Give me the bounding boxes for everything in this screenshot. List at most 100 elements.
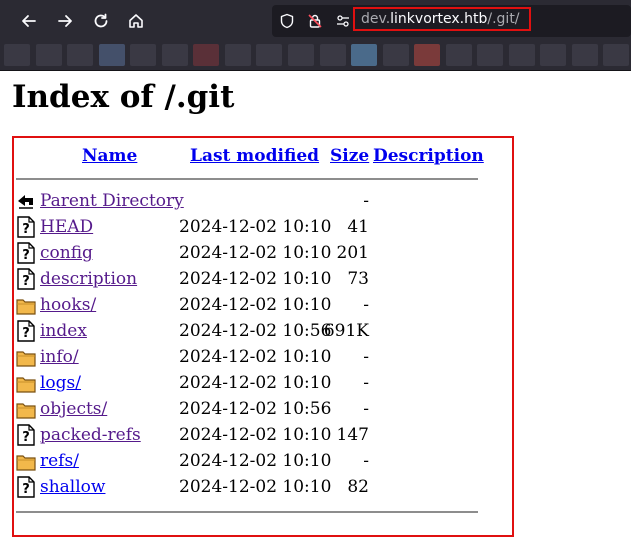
file-size: - xyxy=(363,191,369,211)
file-link[interactable]: objects/ xyxy=(40,399,107,419)
file-date: 2024-12-02 10:10 xyxy=(179,477,332,497)
column-header-last-modified[interactable]: Last modified xyxy=(190,146,319,166)
url-host: linkvortex.htb xyxy=(390,11,488,27)
svg-text:?: ? xyxy=(22,222,30,237)
home-button[interactable] xyxy=(123,8,149,34)
file-row: ? packed-refs 2024-12-02 10:10 147 xyxy=(16,423,486,449)
insecure-lock-icon[interactable] xyxy=(306,12,324,30)
file-size: - xyxy=(363,373,369,393)
permissions-icon[interactable] xyxy=(334,12,352,30)
file-row: Parent Directory - xyxy=(16,189,486,215)
file-row: ? description 2024-12-02 10:10 73 xyxy=(16,267,486,293)
folder-icon xyxy=(16,346,36,368)
bookmark-item[interactable] xyxy=(130,44,156,66)
bookmark-item[interactable] xyxy=(509,44,535,66)
svg-text:?: ? xyxy=(22,326,30,341)
bookmark-item[interactable] xyxy=(162,44,188,66)
file-icon: ? xyxy=(16,424,36,446)
reload-icon xyxy=(94,13,108,28)
svg-text:?: ? xyxy=(22,482,30,497)
bookmark-item[interactable] xyxy=(256,44,282,66)
file-date: 2024-12-02 10:10 xyxy=(179,217,332,237)
file-link[interactable]: packed-refs xyxy=(40,425,141,445)
file-row: ? shallow 2024-12-02 10:10 82 xyxy=(16,475,486,501)
bookmark-item[interactable] xyxy=(414,44,440,66)
bookmark-item[interactable] xyxy=(193,44,219,66)
file-link[interactable]: logs/ xyxy=(40,373,81,393)
bookmark-item[interactable] xyxy=(351,44,377,66)
bookmark-item[interactable] xyxy=(383,44,409,66)
footer-divider xyxy=(16,511,478,513)
file-link[interactable]: Parent Directory xyxy=(40,191,184,211)
file-link[interactable]: refs/ xyxy=(40,451,79,471)
file-icon: ? xyxy=(16,476,36,498)
file-size: - xyxy=(363,399,369,419)
header-divider xyxy=(16,178,478,180)
shield-icon[interactable] xyxy=(278,12,296,30)
file-date: 2024-12-02 10:56 xyxy=(179,321,332,341)
file-icon: ? xyxy=(16,268,36,290)
home-icon xyxy=(129,14,143,28)
file-size: 41 xyxy=(347,217,369,237)
back-button[interactable] xyxy=(16,8,42,34)
back-icon xyxy=(16,190,36,212)
svg-text:?: ? xyxy=(22,248,30,263)
folder-icon xyxy=(16,398,36,420)
file-row: ? config 2024-12-02 10:10 201 xyxy=(16,241,486,267)
file-size: - xyxy=(363,347,369,367)
file-date: 2024-12-02 10:10 xyxy=(179,295,332,315)
folder-icon xyxy=(16,294,36,316)
url-text[interactable]: dev.linkvortex.htb/.git/ xyxy=(361,11,520,27)
column-header-description[interactable]: Description xyxy=(373,146,484,166)
column-header-name[interactable]: Name xyxy=(82,146,137,166)
folder-icon xyxy=(16,450,36,472)
file-row: info/2024-12-02 10:10 - xyxy=(16,345,486,371)
file-link[interactable]: hooks/ xyxy=(40,295,96,315)
bookmarks-bar xyxy=(0,42,631,71)
bookmark-item[interactable] xyxy=(225,44,251,66)
arrow-left-icon xyxy=(22,15,36,27)
file-date: 2024-12-02 10:10 xyxy=(179,425,332,445)
bookmark-item[interactable] xyxy=(603,44,629,66)
url-prefix: dev. xyxy=(361,11,391,27)
file-link[interactable]: info/ xyxy=(40,347,79,367)
bookmark-item[interactable] xyxy=(320,44,346,66)
bookmark-item[interactable] xyxy=(67,44,93,66)
bookmark-item[interactable] xyxy=(446,44,472,66)
bookmark-item[interactable] xyxy=(572,44,598,66)
file-size: 691K xyxy=(323,321,369,341)
file-row: ? index 2024-12-02 10:56 691K xyxy=(16,319,486,345)
file-icon: ? xyxy=(16,242,36,264)
bookmark-item[interactable] xyxy=(288,44,314,66)
file-link[interactable]: description xyxy=(40,269,137,289)
bookmark-item[interactable] xyxy=(99,44,125,66)
page-title: Index of /.git xyxy=(12,79,235,115)
file-size: 147 xyxy=(336,425,369,445)
file-size: 201 xyxy=(336,243,369,263)
forward-button[interactable] xyxy=(52,8,78,34)
file-link[interactable]: shallow xyxy=(40,477,105,497)
file-size: - xyxy=(363,451,369,471)
bookmark-item[interactable] xyxy=(477,44,503,66)
file-link[interactable]: HEAD xyxy=(40,217,93,237)
file-icon: ? xyxy=(16,216,36,238)
file-row: refs/2024-12-02 10:10 - xyxy=(16,449,486,475)
bookmark-item[interactable] xyxy=(540,44,566,66)
file-row: ? HEAD 2024-12-02 10:10 41 xyxy=(16,215,486,241)
file-date: 2024-12-02 10:10 xyxy=(179,243,332,263)
bookmark-item[interactable] xyxy=(36,44,62,66)
file-row: objects/2024-12-02 10:56 - xyxy=(16,397,486,423)
file-date: 2024-12-02 10:10 xyxy=(179,347,332,367)
directory-listing-page: Index of /.git Name Last modified Size D… xyxy=(0,71,631,557)
url-path: /.git/ xyxy=(487,11,520,27)
file-size: 73 xyxy=(347,269,369,289)
reload-button[interactable] xyxy=(88,8,114,34)
bookmark-item[interactable] xyxy=(4,44,30,66)
file-date: 2024-12-02 10:10 xyxy=(179,373,332,393)
folder-icon xyxy=(16,372,36,394)
svg-text:?: ? xyxy=(22,430,30,445)
file-link[interactable]: index xyxy=(40,321,87,341)
column-header-size[interactable]: Size xyxy=(330,146,369,166)
file-link[interactable]: config xyxy=(40,243,93,263)
arrow-right-icon xyxy=(58,15,72,27)
